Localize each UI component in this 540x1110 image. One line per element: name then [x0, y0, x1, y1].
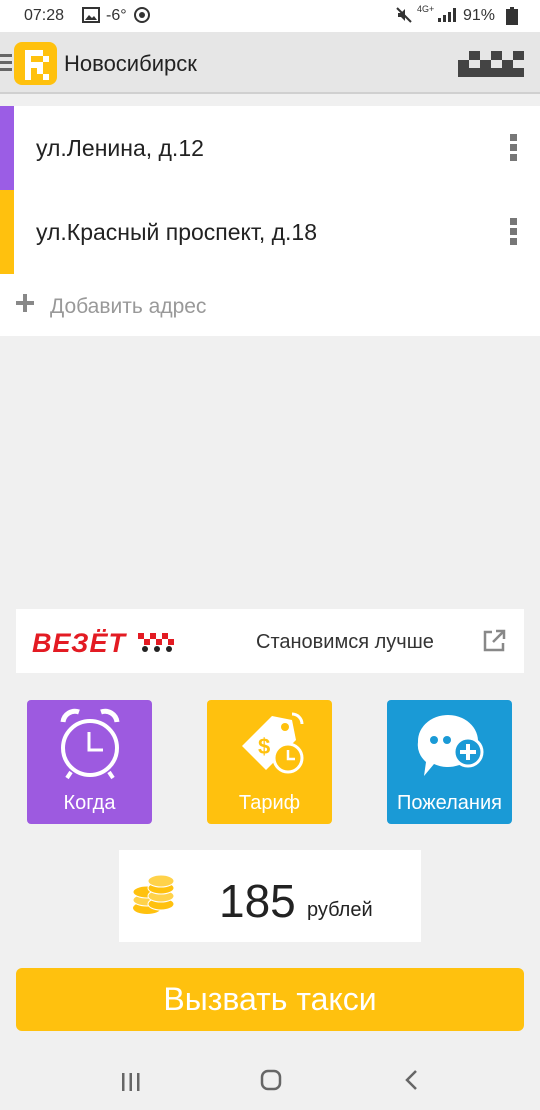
price-box: 185 рублей	[119, 850, 421, 942]
chat-add-icon	[387, 706, 512, 787]
home-icon[interactable]	[260, 1067, 282, 1098]
battery-icon	[506, 7, 518, 30]
plus-icon	[16, 294, 34, 315]
price-tag-icon: $	[207, 706, 332, 787]
more-options-icon[interactable]	[510, 218, 518, 246]
mute-icon	[396, 7, 412, 28]
add-address-button[interactable]: Добавить адрес	[0, 274, 540, 336]
status-time: 07:28	[24, 7, 65, 24]
external-link-icon[interactable]	[482, 629, 506, 658]
back-icon[interactable]	[403, 1067, 419, 1098]
call-taxi-button[interactable]: Вызвать такси	[16, 968, 524, 1031]
address-text[interactable]: ул.Красный проспект, д.18	[36, 219, 317, 246]
tariff-tile[interactable]: $ Тариф	[207, 700, 332, 824]
svg-text:$: $	[258, 734, 270, 759]
address-panel: ул.Ленина, д.12 ул.Красный проспект, д.1…	[0, 106, 540, 336]
app-bar: Новосибирск	[0, 32, 540, 94]
address-row-to[interactable]: ул.Красный проспект, д.18	[0, 190, 540, 274]
promo-text: Становимся лучше	[256, 631, 434, 653]
brand-checker-icon	[138, 633, 174, 658]
image-icon	[82, 7, 100, 28]
brand-logo: ВЕЗЁТ	[32, 628, 127, 658]
coins-icon	[131, 874, 177, 923]
address-text[interactable]: ул.Ленина, д.12	[36, 135, 204, 162]
status-temperature: -6°	[106, 7, 127, 24]
add-address-label: Добавить адрес	[50, 295, 207, 318]
address-color-bar	[0, 190, 14, 274]
price-value: 185	[219, 875, 296, 927]
battery-level: 91%	[463, 7, 496, 24]
when-tile[interactable]: Когда	[27, 700, 152, 824]
status-bar: 07:28 -6° 4G+ 91%	[0, 0, 540, 32]
price-unit: рублей	[307, 899, 373, 921]
tariff-label: Тариф	[238, 792, 301, 814]
system-nav-bar	[0, 1048, 540, 1110]
menu-icon[interactable]	[0, 54, 12, 72]
vpn-icon	[134, 7, 150, 28]
wishes-label: Пожелания	[397, 792, 502, 814]
promo-banner[interactable]: ВЕЗЁТ Становимся лучше	[16, 609, 524, 673]
signal-icon	[437, 7, 457, 28]
taxi-checker-icon[interactable]	[458, 51, 524, 82]
alarm-clock-icon	[27, 706, 152, 787]
address-color-bar	[0, 106, 14, 190]
network-type: 4G+	[417, 4, 435, 14]
app-logo-icon[interactable]	[14, 42, 57, 85]
when-label: Когда	[63, 792, 116, 814]
address-row-from[interactable]: ул.Ленина, д.12	[0, 106, 540, 190]
more-options-icon[interactable]	[510, 134, 518, 162]
city-title[interactable]: Новосибирск	[64, 51, 197, 77]
recents-icon[interactable]	[120, 1068, 142, 1099]
wishes-tile[interactable]: Пожелания	[387, 700, 512, 824]
